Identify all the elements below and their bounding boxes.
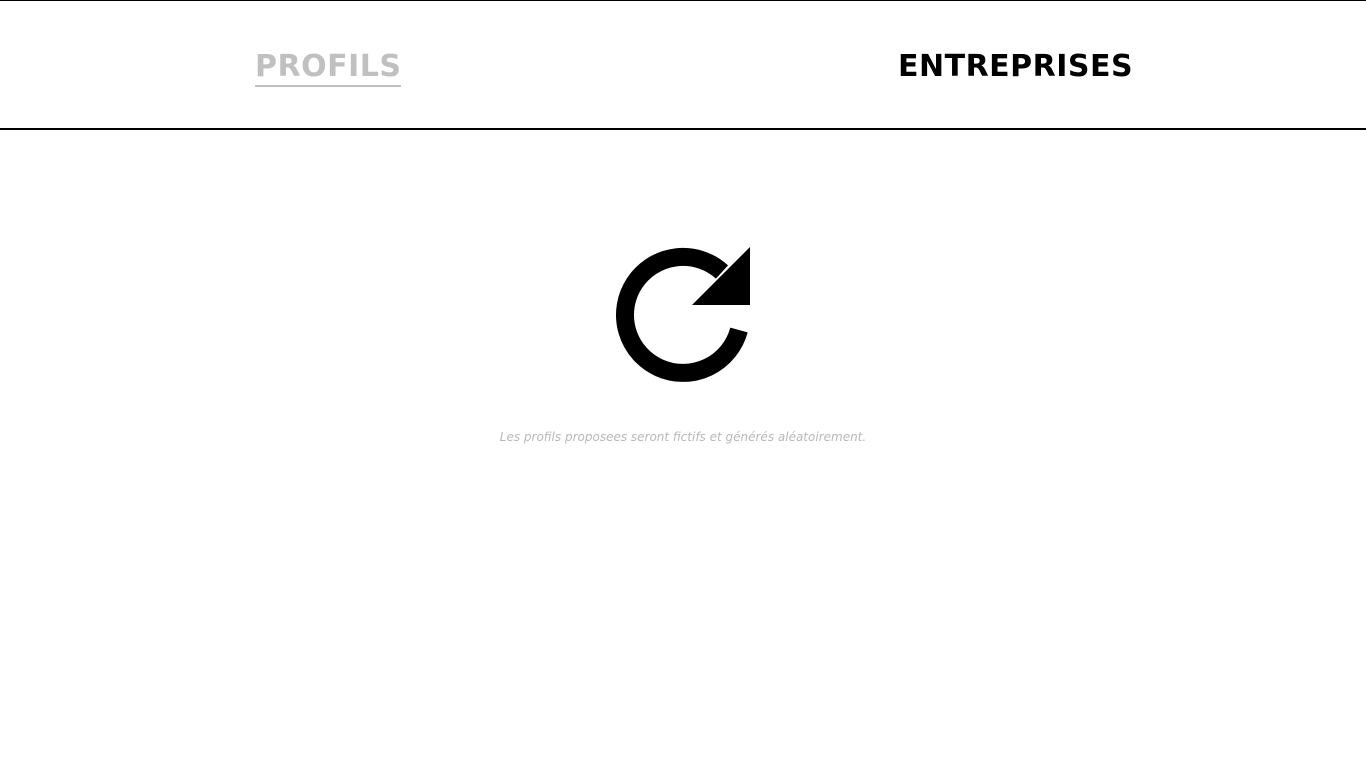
- refresh-button[interactable]: [610, 240, 756, 386]
- tab-entreprises[interactable]: ENTREPRISES: [898, 49, 1133, 85]
- refresh-icon: [616, 247, 750, 382]
- tab-profils[interactable]: PROFILS: [255, 49, 402, 87]
- top-navigation: PROFILS ENTREPRISES: [0, 0, 1366, 130]
- disclaimer-text: Les profils proposees seront fictifs et …: [499, 430, 867, 444]
